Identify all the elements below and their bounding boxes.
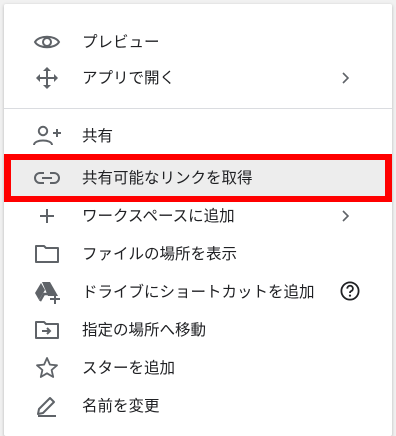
menu-item-rename[interactable]: 名前を変更	[4, 388, 392, 424]
menu-item-move-to[interactable]: 指定の場所へ移動	[4, 312, 392, 348]
menu-item-label: ワークスペースに追加	[82, 207, 235, 225]
menu-item-label: 指定の場所へ移動	[82, 321, 207, 339]
menu-item-preview[interactable]: プレビュー	[4, 24, 392, 60]
star-icon	[32, 356, 62, 380]
context-menu: プレビュー アプリで開く 共有 共有可能なリンクを取得 ワークスペースに追加 フ…	[4, 4, 392, 436]
menu-item-label: 名前を変更	[82, 397, 160, 415]
move-arrows-icon	[32, 66, 62, 90]
menu-item-label: ドライブにショートカットを追加	[82, 283, 315, 301]
menu-item-label: 共有	[82, 127, 114, 145]
menu-item-share[interactable]: 共有	[4, 118, 392, 154]
menu-item-add-to-workspace[interactable]: ワークスペースに追加	[4, 198, 392, 234]
link-icon	[32, 166, 62, 190]
menu-divider	[4, 108, 392, 109]
menu-item-label: プレビュー	[82, 33, 160, 51]
menu-item-add-star[interactable]: スターを追加	[4, 350, 392, 386]
person-add-icon	[32, 124, 62, 148]
drive-add-icon	[32, 280, 62, 304]
folder-move-icon	[32, 318, 62, 342]
menu-item-label: ファイルの場所を表示	[82, 245, 238, 263]
eye-icon	[32, 30, 62, 54]
menu-item-label: 共有可能なリンクを取得	[82, 169, 253, 187]
chevron-right-icon	[342, 72, 350, 84]
folder-icon	[32, 242, 62, 266]
menu-item-add-shortcut[interactable]: ドライブにショートカットを追加	[4, 274, 392, 310]
menu-item-open-with[interactable]: アプリで開く	[4, 60, 392, 96]
chevron-right-icon	[342, 210, 350, 222]
menu-item-label: スターを追加	[82, 359, 176, 377]
menu-item-get-link[interactable]: 共有可能なリンクを取得	[4, 160, 392, 196]
menu-item-label: アプリで開く	[82, 69, 176, 87]
pencil-icon	[32, 394, 62, 418]
menu-item-show-location[interactable]: ファイルの場所を表示	[4, 236, 392, 272]
help-icon[interactable]	[340, 281, 360, 301]
plus-icon	[32, 204, 62, 228]
